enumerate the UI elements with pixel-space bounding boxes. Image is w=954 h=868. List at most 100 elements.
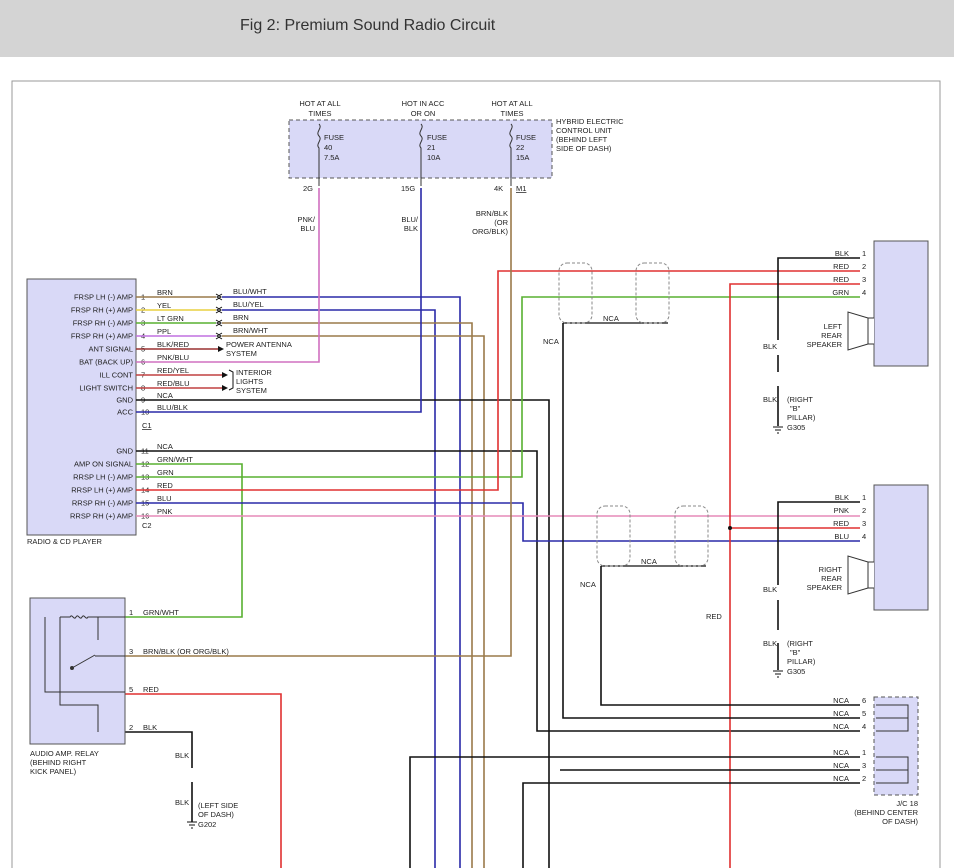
- brnblk-label-3: ORG/BLK): [472, 227, 508, 236]
- ext-label-bluyel: BLU/YEL: [233, 300, 264, 309]
- lspk-gnd-id: G305: [787, 423, 805, 432]
- relay-wire-1: GRN/WHT: [143, 608, 179, 617]
- red-wire-label: RED: [706, 612, 722, 621]
- diagram-frame: [11, 80, 941, 868]
- radio-pin-label: LIGHT SWITCH: [79, 384, 133, 393]
- lspk-wire-3: RED: [833, 275, 849, 284]
- radio-pin-wire: BLU: [157, 494, 172, 503]
- fuse-header-1-line2: TIMES: [309, 109, 332, 118]
- jc-wire-4: NCA: [833, 722, 849, 731]
- radio-pin-label: AMP ON SIGNAL: [74, 460, 133, 469]
- relay-wire-2: BLK: [143, 723, 157, 732]
- jc-wire-1: NCA: [833, 748, 849, 757]
- hybrid-ecu-label: HYBRID ELECTRIC CONTROL UNIT (BEHIND LEF…: [556, 117, 624, 153]
- shield-mid-left: [596, 505, 631, 567]
- fuse-wire-labels: PNK/ BLU BLU/ BLK BRN/BLK (OR ORG/BLK): [297, 209, 508, 236]
- lspk-gnd-loc-2: "B": [790, 404, 801, 413]
- audio-amp-relay: [29, 597, 126, 745]
- jc-pin-5: 5: [862, 709, 866, 718]
- jc-wire-3: NCA: [833, 761, 849, 770]
- fuse-21-name: FUSE: [427, 133, 447, 142]
- radio-pin-wire: RED/BLU: [157, 379, 190, 388]
- blublk-label-2: BLK: [404, 224, 418, 233]
- connector-c2: C2: [142, 521, 152, 530]
- brnblk-label-1: BRN/BLK: [476, 209, 508, 218]
- ext-label-brnwht: BRN/WHT: [233, 326, 268, 335]
- rspk-wire-4: BLU: [834, 532, 849, 541]
- lspk-pin-1: 1: [862, 249, 866, 258]
- blublk-label-1: BLU/: [401, 215, 419, 224]
- rspk-gnd-loc-3: PILLAR): [787, 657, 816, 666]
- interior-lights-label-1: INTERIOR: [236, 368, 272, 377]
- fuse-22-terminal: 4K: [494, 184, 503, 193]
- right-rear-speaker: [873, 484, 929, 611]
- radio-ext-labels: BLU/WHT BLU/YEL BRN BRN/WHT POWER ANTENN…: [226, 287, 292, 395]
- relay-gnd-loc-2: OF DASH): [198, 810, 234, 819]
- wire-brnwht: [222, 335, 485, 868]
- lspk-pin-2: 2: [862, 262, 866, 271]
- brnblk-label-2: (OR: [494, 218, 508, 227]
- rspk-pin-4: 4: [862, 532, 866, 541]
- wire-brnblk: [125, 188, 512, 657]
- ecu-label-line2: CONTROL UNIT: [556, 126, 612, 135]
- relay-pin-1: 1: [129, 608, 133, 617]
- relay-gnd-wire: BLK: [175, 751, 189, 760]
- lspk-label-1: LEFT: [824, 322, 843, 331]
- ext-label-brn: BRN: [233, 313, 249, 322]
- rspk-wire-1: BLK: [835, 493, 849, 502]
- nca-top-mid: NCA: [603, 314, 619, 323]
- lspk-wire-1: BLK: [835, 249, 849, 258]
- rspk-ground-icon: [773, 670, 783, 678]
- lspk-gnd-wire: BLK: [763, 342, 777, 351]
- interior-lights-label-3: SYSTEM: [236, 386, 267, 395]
- nca-top-left: NCA: [543, 337, 559, 346]
- jc18-junction: [873, 696, 919, 796]
- interior-lights-label-2: LIGHTS: [236, 377, 263, 386]
- ecu-label-line4: SIDE OF DASH): [556, 144, 612, 153]
- lspk-pin-4: 4: [862, 288, 866, 297]
- radio-pin-label: FRSP RH (+) AMP: [71, 332, 133, 341]
- radio-pin-wire: BLK/RED: [157, 340, 190, 349]
- shield-top-left: [558, 262, 593, 324]
- shield-top-right: [635, 262, 670, 324]
- shields: [558, 262, 709, 567]
- lspk-label-2: REAR: [821, 331, 842, 340]
- radio-pin-label: RRSP RH (+) AMP: [70, 512, 133, 521]
- splice-dot: [728, 526, 732, 530]
- interior-lights-bracket: [228, 369, 234, 391]
- radio-pin-label: ACC: [117, 408, 133, 417]
- wire-jc-2: [522, 782, 860, 868]
- fuse-40-name: FUSE: [324, 133, 344, 142]
- fuse-40-terminal: 2G: [303, 184, 313, 193]
- rspk-pin-1: 1: [862, 493, 866, 502]
- rspk-wire-2: PNK: [834, 506, 849, 515]
- wire-pin11-nca: [136, 450, 860, 732]
- shield-mid-right: [674, 505, 709, 567]
- left-rear-speaker: [873, 240, 929, 367]
- lspk-label-3: SPEAKER: [807, 340, 843, 349]
- fuse-40-num: 40: [324, 143, 332, 152]
- radio-pin-label: GND: [116, 447, 133, 456]
- fuse-header-2-line1: HOT IN ACC: [402, 99, 445, 108]
- radio-pin-wire: NCA: [157, 391, 173, 400]
- radio-pin-label: ANT SIGNAL: [89, 345, 133, 354]
- lspk-wire-2: RED: [833, 262, 849, 271]
- ext-label-bluwht: BLU/WHT: [233, 287, 267, 296]
- pnkblu-label-2: BLU: [300, 224, 315, 233]
- radio-pin-wire: NCA: [157, 442, 173, 451]
- rspk-gnd-loc-1: (RIGHT: [787, 639, 813, 648]
- radio-pin-wire: RED: [157, 481, 173, 490]
- jc-name-1: J/C 18: [896, 799, 918, 808]
- rspk-label-1: RIGHT: [819, 565, 843, 574]
- wire-pin15-blu: [136, 502, 860, 542]
- jc-pin-3: 3: [862, 761, 866, 770]
- radio-pin-label: GND: [116, 396, 133, 405]
- jc-pin-1: 1: [862, 748, 866, 757]
- radio-pin-label: RRSP LH (+) AMP: [71, 486, 133, 495]
- radio-pin-label: FRSP LH (-) AMP: [74, 293, 133, 302]
- rspk-gnd-loc-2: "B": [790, 648, 801, 657]
- rspk-label-3: SPEAKER: [807, 583, 843, 592]
- jc-wire-2: NCA: [833, 774, 849, 783]
- right-speaker-cone-icon: [847, 555, 874, 595]
- fuse-headers: HOT AT ALL TIMES HOT IN ACC OR ON HOT AT…: [299, 99, 532, 118]
